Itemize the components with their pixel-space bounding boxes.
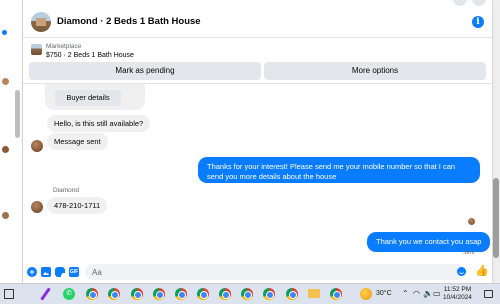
background-sidebar (0, 0, 23, 283)
chrome-icon[interactable] (286, 288, 298, 300)
clock-time: 11:52 PM (443, 286, 472, 293)
listing-source: Marketplace (46, 43, 82, 50)
close-control[interactable] (472, 0, 486, 6)
chrome-icon[interactable] (219, 288, 231, 300)
sticker-icon[interactable] (55, 267, 65, 277)
sidebar-dot (2, 30, 7, 35)
chrome-icon[interactable] (86, 288, 98, 300)
gif-icon[interactable]: GIF (69, 267, 79, 277)
page-scroll-track[interactable] (492, 0, 500, 283)
page-scrollbar-thumb[interactable] (493, 178, 499, 258)
taskbar: ✆ 30°C ⌃ ◠ 🔈 ▭ 11:52 PM 10/4/2024 (0, 283, 500, 304)
wifi-icon[interactable]: ◠ (413, 289, 420, 298)
chrome-icon[interactable] (330, 288, 342, 300)
more-options-button[interactable]: More options (264, 62, 486, 80)
message-incoming[interactable]: 478-210-1711 (47, 197, 108, 214)
chat-title[interactable]: Diamond · 2 Beds 1 Bath House (57, 16, 201, 27)
chat-window: Diamond · 2 Beds 1 Bath House i Marketpl… (23, 0, 492, 283)
sidebar-scrollbar[interactable] (15, 90, 20, 138)
sidebar-avatar-2[interactable] (2, 146, 9, 153)
pen-icon[interactable] (40, 287, 51, 301)
message-outgoing[interactable]: Thank you we contact you asap (367, 232, 491, 252)
listing-thumbnail[interactable] (31, 44, 42, 55)
buyer-details-button[interactable]: Buyer details (55, 90, 121, 106)
task-view-icon[interactable] (4, 289, 14, 299)
sender-avatar[interactable] (31, 140, 43, 152)
clock-date: 10/4/2024 (443, 294, 472, 301)
chrome-icon[interactable] (263, 288, 275, 300)
listing-banner: Marketplace $750 · 2 Beds 1 Bath House M… (23, 38, 492, 84)
volume-icon[interactable]: 🔈 (423, 289, 433, 298)
sidebar-avatar-3[interactable] (2, 212, 9, 219)
like-icon[interactable]: 👍 (475, 265, 489, 277)
listing-avatar[interactable] (31, 12, 51, 32)
composer: + GIF 👍 (23, 262, 492, 283)
system-clock[interactable]: 11:52 PM 10/4/2024 (443, 286, 472, 302)
chrome-icon[interactable] (108, 288, 120, 300)
notification-icon[interactable] (484, 290, 493, 298)
seen-indicator-avatar (468, 218, 475, 225)
plus-icon[interactable]: + (27, 267, 37, 277)
chat-header: Diamond · 2 Beds 1 Bath House i (23, 8, 492, 38)
battery-icon[interactable]: ▭ (433, 289, 441, 298)
chrome-icon[interactable] (241, 288, 253, 300)
message-incoming[interactable]: Hello, is this still available? (47, 115, 151, 132)
weather-icon[interactable] (360, 288, 372, 300)
image-icon[interactable] (41, 267, 51, 277)
emoji-icon[interactable] (457, 267, 466, 276)
sender-avatar[interactable] (31, 201, 43, 213)
chrome-icon[interactable] (175, 288, 187, 300)
temperature[interactable]: 30°C (376, 290, 392, 297)
sent-status: Sent (463, 250, 475, 256)
message-thread: Buyer details Hello, is this still avail… (23, 84, 492, 262)
chrome-icon[interactable] (153, 288, 165, 300)
buyer-details-card: Buyer details (45, 84, 145, 110)
top-controls (453, 0, 486, 6)
sidebar-avatar-1[interactable] (2, 78, 9, 85)
listing-description[interactable]: $750 · 2 Beds 1 Bath House (46, 52, 134, 59)
chrome-icon[interactable] (197, 288, 209, 300)
folder-icon[interactable] (308, 289, 320, 298)
info-icon[interactable]: i (472, 16, 484, 28)
chrome-icon[interactable] (131, 288, 143, 300)
whatsapp-icon[interactable]: ✆ (63, 288, 75, 300)
message-input[interactable] (85, 264, 465, 280)
message-incoming[interactable]: Message sent (47, 133, 108, 150)
message-outgoing[interactable]: Thanks for your interest! Please send me… (198, 157, 480, 183)
mark-as-pending-button[interactable]: Mark as pending (29, 62, 261, 80)
minimize-control[interactable] (453, 0, 467, 6)
sender-name: Diamond (53, 187, 80, 194)
tray-chevron-icon[interactable]: ⌃ (402, 289, 409, 298)
